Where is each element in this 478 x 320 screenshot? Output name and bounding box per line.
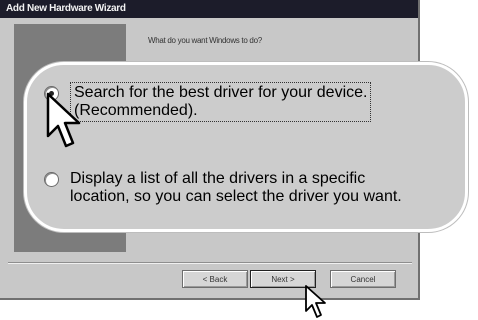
option-line: Display a list of all the drivers in a s… bbox=[70, 170, 366, 187]
option-line: location, so you can select the driver y… bbox=[70, 188, 402, 205]
option-line: Search for the best driver for your devi… bbox=[74, 84, 368, 101]
arrow-cursor-icon bbox=[305, 285, 326, 318]
window-title: Add New Hardware Wizard bbox=[0, 0, 418, 18]
cancel-button[interactable]: Cancel bbox=[330, 270, 396, 288]
option-line: (Recommended). bbox=[74, 102, 198, 119]
back-button[interactable]: < Back bbox=[182, 270, 248, 288]
wizard-prompt: What do you want Windows to do? bbox=[148, 36, 262, 45]
arrow-cursor-icon bbox=[46, 92, 81, 148]
search-driver-label[interactable]: Search for the best driver for your devi… bbox=[70, 82, 372, 122]
display-list-radio[interactable] bbox=[44, 172, 59, 187]
divider bbox=[8, 262, 412, 264]
display-list-label[interactable]: Display a list of all the drivers in a s… bbox=[70, 170, 402, 206]
